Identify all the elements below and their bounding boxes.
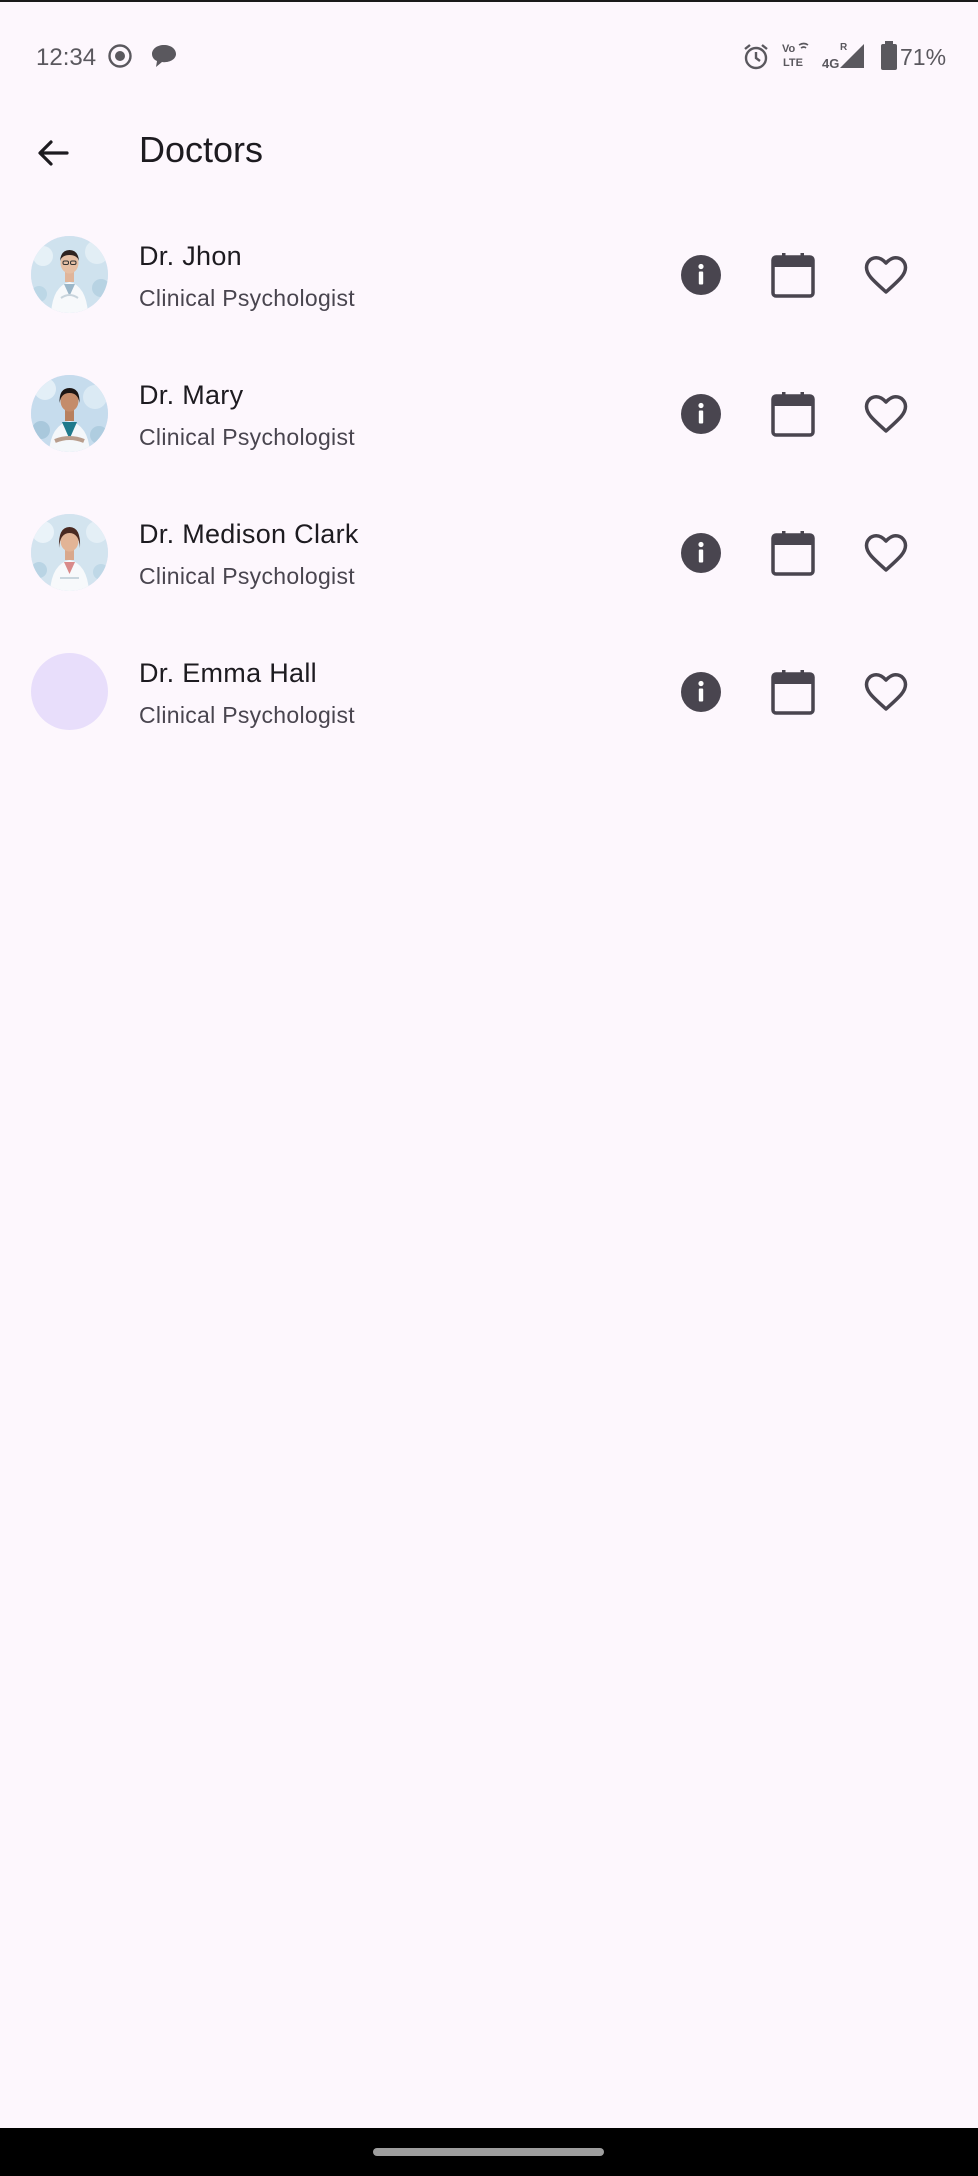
- heart-outline-icon: [864, 673, 908, 711]
- doctor-list-item[interactable]: Dr. Emma Hall Clinical Psychologist: [0, 642, 978, 781]
- doctor-avatar: [31, 236, 108, 313]
- doctor-avatar-placeholder: [31, 653, 108, 730]
- calendar-icon: [771, 531, 815, 576]
- svg-text:R: R: [840, 42, 848, 53]
- favorite-button[interactable]: [858, 386, 914, 442]
- battery-percent: 71%: [900, 44, 947, 70]
- doctor-list-item[interactable]: Dr. Medison Clark Clinical Psychologist: [0, 503, 978, 642]
- arrow-back-icon: [38, 140, 69, 166]
- alarm-icon: [742, 43, 770, 76]
- info-button[interactable]: [673, 386, 729, 442]
- doctor-name: Dr. Medison Clark: [139, 519, 359, 549]
- chat-bubble-icon: [150, 43, 178, 74]
- info-icon: [681, 533, 721, 573]
- info-icon: [681, 394, 721, 434]
- info-button[interactable]: [673, 664, 729, 720]
- svg-text:4G: 4G: [822, 56, 839, 71]
- doctor-list-item[interactable]: Dr. Mary Clinical Psychologist: [0, 364, 978, 503]
- calendar-button[interactable]: [765, 525, 821, 581]
- doctor-specialty: Clinical Psychologist: [139, 702, 355, 728]
- info-icon: [681, 255, 721, 295]
- heart-outline-icon: [864, 256, 908, 294]
- calendar-icon: [771, 253, 815, 298]
- svg-text:Vo: Vo: [782, 43, 796, 55]
- svg-text:LTE: LTE: [783, 57, 803, 69]
- doctor-name: Dr. Jhon: [139, 241, 242, 271]
- system-navigation-bar: [0, 2128, 978, 2176]
- doctor-name: Dr. Mary: [139, 380, 244, 410]
- doctor-list: Dr. Jhon Clinical Psychologist Dr. Mary …: [0, 225, 978, 781]
- doctor-name: Dr. Emma Hall: [139, 658, 317, 688]
- doctor-list-item[interactable]: Dr. Jhon Clinical Psychologist: [0, 225, 978, 364]
- calendar-button[interactable]: [765, 247, 821, 303]
- doctor-avatar: [31, 514, 108, 591]
- doctor-avatar: [31, 375, 108, 452]
- page-title: Doctors: [139, 129, 264, 170]
- calendar-icon: [771, 392, 815, 437]
- gesture-handle[interactable]: [373, 2148, 604, 2156]
- top-edge-line: [0, 0, 978, 2]
- status-time: 12:34: [36, 44, 97, 71]
- doctor-specialty: Clinical Psychologist: [139, 424, 355, 450]
- favorite-button[interactable]: [858, 247, 914, 303]
- info-button[interactable]: [673, 525, 729, 581]
- calendar-button[interactable]: [765, 386, 821, 442]
- doctor-specialty: Clinical Psychologist: [139, 285, 355, 311]
- battery-icon: [880, 41, 898, 76]
- calendar-button[interactable]: [765, 664, 821, 720]
- back-button[interactable]: [28, 128, 78, 178]
- info-icon: [681, 672, 721, 712]
- info-button[interactable]: [673, 247, 729, 303]
- app-bar: Doctors: [0, 110, 978, 190]
- heart-outline-icon: [864, 534, 908, 572]
- favorite-button[interactable]: [858, 525, 914, 581]
- favorite-button[interactable]: [858, 664, 914, 720]
- status-bar: 12:34 Vo LTE 4G R 71%: [0, 30, 978, 88]
- screen-record-icon: [107, 43, 133, 74]
- calendar-icon: [771, 670, 815, 715]
- volte-icon: Vo LTE: [780, 40, 812, 75]
- heart-outline-icon: [864, 395, 908, 433]
- doctor-specialty: Clinical Psychologist: [139, 563, 355, 589]
- signal-4g-icon: 4G R: [820, 40, 868, 77]
